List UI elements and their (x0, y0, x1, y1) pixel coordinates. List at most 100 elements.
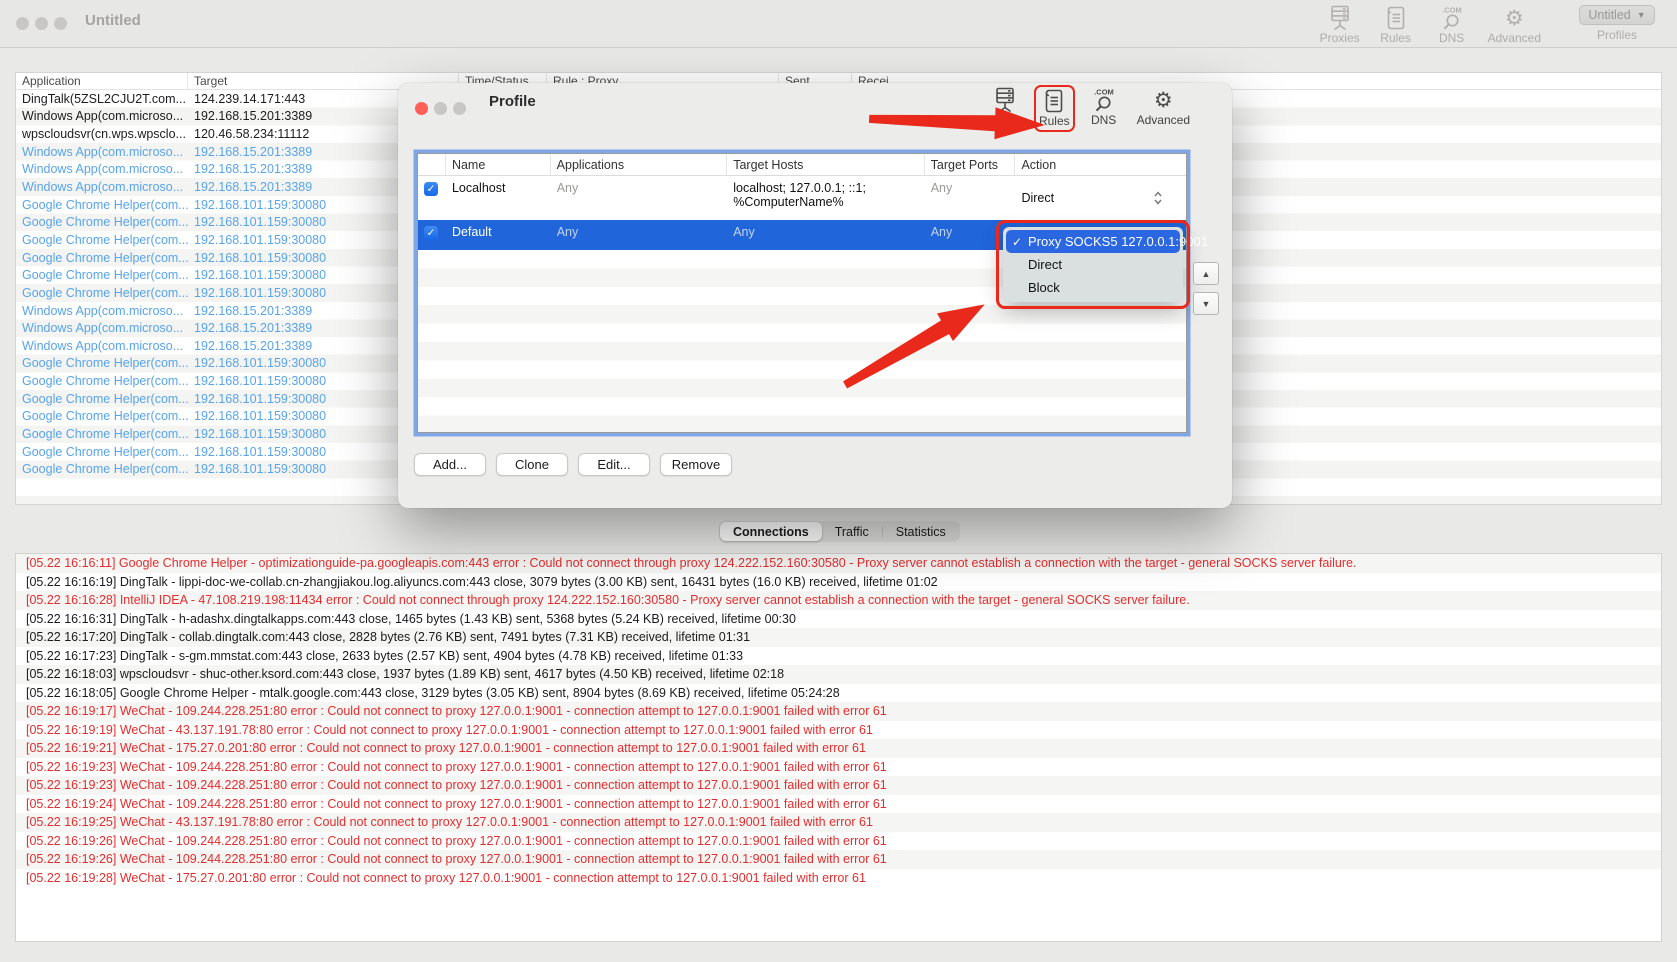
log-entry: [05.22 16:19:26] WeChat - 109.244.228.25… (16, 850, 1661, 869)
connection-app: Google Chrome Helper(com... (16, 233, 188, 247)
rule-checkbox-cell: ✓ (418, 176, 446, 220)
log-entry: [05.22 16:18:03] wpscloudsvr - shuc-othe… (16, 665, 1661, 684)
rule-target-hosts: localhost; 127.0.0.1; ::1; %ComputerName… (727, 176, 924, 220)
profiles-group: Untitled ▼ Profiles (1579, 5, 1655, 42)
dialog-toolbar-item-dns[interactable]: .COM DNS (1084, 87, 1124, 127)
main-toolbar-label-rules: Rules (1380, 32, 1411, 45)
conn-column-header[interactable]: Application (16, 73, 188, 89)
tab-traffic[interactable]: Traffic (822, 522, 882, 541)
gear-icon: ⚙ (1154, 87, 1173, 113)
connection-app: Google Chrome Helper(com... (16, 445, 188, 459)
rule-target-ports: Any (925, 176, 1016, 220)
rule-name: Localhost (446, 176, 551, 220)
log-entry: [05.22 16:16:19] DingTalk - lippi-doc-we… (16, 573, 1661, 592)
connection-app: Google Chrome Helper(com... (16, 427, 188, 441)
main-titlebar: Untitled Proxies Rules .COMDNS ⚙ Advanced Un… (0, 0, 1677, 48)
clone-button[interactable]: Clone (496, 453, 568, 476)
dialog-title: Profile (489, 93, 536, 110)
connection-app: Windows App(com.microso... (16, 304, 188, 318)
view-tabs: ConnectionsTrafficStatistics (719, 521, 960, 542)
rules-column-header[interactable]: Target Ports (925, 154, 1016, 175)
log-entry: [05.22 16:19:23] WeChat - 109.244.228.25… (16, 776, 1661, 795)
svg-text:.COM: .COM (1094, 88, 1114, 97)
connection-app: Google Chrome Helper(com... (16, 251, 188, 265)
log-entry: [05.22 16:17:20] DingTalk - collab.dingt… (16, 628, 1661, 647)
connection-app: Windows App(com.microso... (16, 162, 188, 176)
dialog-zoom-button[interactable] (453, 102, 466, 115)
tab-statistics[interactable]: Statistics (883, 522, 959, 541)
main-toolbar-item-advanced[interactable]: ⚙ Advanced (1488, 5, 1541, 45)
connection-app: Google Chrome Helper(com... (16, 356, 188, 370)
connection-app: Google Chrome Helper(com... (16, 462, 188, 476)
rules-icon (1384, 5, 1408, 31)
connection-app: Google Chrome Helper(com... (16, 286, 188, 300)
rules-column-header[interactable]: Applications (551, 154, 728, 175)
dialog-toolbar-label-proxies: Proxies (985, 114, 1025, 127)
action-menu-item[interactable]: Block (1006, 276, 1180, 299)
log-entry: [05.22 16:19:23] WeChat - 109.244.228.25… (16, 758, 1661, 777)
main-toolbar-label-dns: DNS (1439, 32, 1464, 45)
rules-column-checkbox[interactable] (418, 154, 446, 175)
dialog-toolbar-item-rules[interactable]: Rules (1034, 85, 1075, 132)
profiles-dropdown-value: Untitled (1588, 8, 1630, 22)
dialog-toolbar-label-dns: DNS (1091, 114, 1116, 127)
connection-app: Google Chrome Helper(com... (16, 409, 188, 423)
log-entry: [05.22 16:16:28] IntelliJ IDEA - 47.108.… (16, 591, 1661, 610)
action-menu-item[interactable]: ✓Proxy SOCKS5 127.0.0.1:9001 (1006, 230, 1180, 253)
add-button[interactable]: Add... (414, 453, 486, 476)
rule-action: Direct (1015, 176, 1186, 220)
dialog-close-button[interactable] (415, 102, 428, 115)
main-toolbar-item-rules[interactable]: Rules (1376, 5, 1416, 45)
main-toolbar-item-proxies[interactable]: Proxies (1320, 5, 1360, 45)
dns-icon: .COM (1091, 87, 1117, 113)
action-popup-stepper-icon[interactable] (1154, 191, 1162, 208)
log-entry: [05.22 16:19:28] WeChat - 175.27.0.201:8… (16, 869, 1661, 888)
dialog-minimize-button[interactable] (434, 102, 447, 115)
action-menu-item[interactable]: Direct (1006, 253, 1180, 276)
edit-button[interactable]: Edit... (578, 453, 650, 476)
rule-applications: Any (551, 220, 728, 250)
up-arrow-icon: ▲ (1202, 269, 1211, 279)
main-toolbar-item-dns[interactable]: .COMDNS (1432, 5, 1472, 45)
rules-column-header[interactable]: Action (1015, 154, 1186, 175)
dialog-toolbar-label-rules: Rules (1039, 115, 1070, 128)
action-menu: ✓Proxy SOCKS5 127.0.0.1:9001 Direct Block (1003, 227, 1183, 302)
remove-button[interactable]: Remove (660, 453, 732, 476)
dialog-toolbar-item-proxies[interactable]: Proxies (985, 87, 1025, 127)
main-toolbar-label-advanced: Advanced (1488, 32, 1541, 45)
close-button[interactable] (16, 17, 29, 30)
action-menu-item-label: Block (1028, 280, 1060, 295)
rule-checkbox[interactable]: ✓ (424, 226, 438, 240)
rules-column-header[interactable]: Target Hosts (727, 154, 924, 175)
window-title: Untitled (85, 12, 141, 29)
tab-connections[interactable]: Connections (720, 522, 822, 541)
minimize-button[interactable] (35, 17, 48, 30)
zoom-button[interactable] (54, 17, 67, 30)
move-rule-up-button[interactable]: ▲ (1193, 262, 1219, 285)
move-rule-down-button[interactable]: ▼ (1193, 292, 1219, 315)
connection-app: Windows App(com.microso... (16, 145, 188, 159)
check-icon: ✓ (1012, 235, 1022, 249)
profiles-dropdown[interactable]: Untitled ▼ (1579, 5, 1655, 25)
log-area[interactable]: [05.22 16:16:11] Google Chrome Helper - … (15, 553, 1662, 942)
connection-app: Google Chrome Helper(com... (16, 374, 188, 388)
rule-action-value: Direct (1021, 191, 1054, 205)
rules-column-header[interactable]: Name (446, 154, 551, 175)
log-entry: [05.22 16:17:23] DingTalk - s-gm.mmstat.… (16, 647, 1661, 666)
dialog-toolbar-label-advanced: Advanced (1137, 114, 1190, 127)
down-arrow-icon: ▼ (1202, 299, 1211, 309)
dns-icon: .COM (1439, 5, 1465, 31)
rule-name: Default (446, 220, 551, 250)
action-menu-item-label: Direct (1028, 257, 1062, 272)
rule-checkbox[interactable]: ✓ (424, 182, 438, 196)
connection-app: Windows App(com.microso... (16, 321, 188, 335)
gear-glyph: ⚙ (1505, 6, 1524, 30)
rule-checkbox-cell: ✓ (418, 220, 446, 250)
rule-target-ports: Any (925, 220, 1016, 250)
dialog-buttons: Add... Clone Edit... Remove (414, 453, 732, 476)
connection-app: Google Chrome Helper(com... (16, 198, 188, 212)
dialog-toolbar-item-advanced[interactable]: ⚙Advanced (1137, 87, 1190, 127)
log-entry: [05.22 16:16:31] DingTalk - h-adashx.din… (16, 610, 1661, 629)
connection-app: Windows App(com.microso... (16, 180, 188, 194)
rule-row[interactable]: ✓ Localhost Anylocalhost; 127.0.0.1; ::1; … (418, 176, 1186, 220)
